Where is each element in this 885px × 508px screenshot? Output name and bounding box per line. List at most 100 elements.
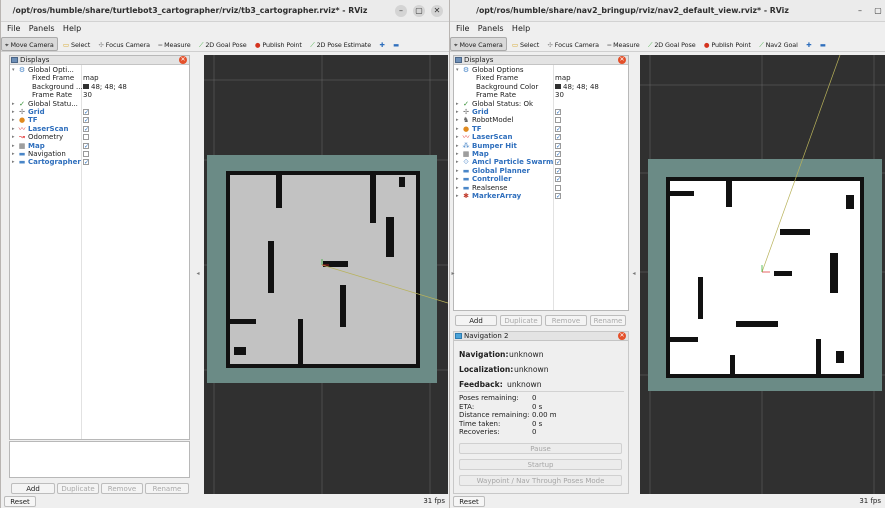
maximize-button[interactable]: ▢: [872, 5, 884, 17]
menu-help[interactable]: Help: [512, 22, 530, 35]
expand-arrow-icon[interactable]: ▸: [12, 100, 15, 108]
add-tool-button[interactable]: ✚: [803, 38, 814, 52]
duplicate-display-button[interactable]: Duplicate: [57, 483, 99, 494]
expand-arrow-icon[interactable]: ▸: [456, 192, 459, 200]
minimize-button[interactable]: –: [854, 5, 866, 17]
property-value[interactable]: 48; 48; 48: [91, 83, 127, 91]
display-item-realsense[interactable]: ▸ ▬ Realsense: [454, 184, 628, 192]
display-item-bumper-hit[interactable]: ▸ ⁂ Bumper Hit ✓: [454, 142, 628, 150]
enable-checkbox[interactable]: [555, 117, 561, 124]
startup-button[interactable]: Startup: [459, 459, 622, 470]
remove-tool-button[interactable]: ▬: [390, 38, 402, 52]
tool-nav2-goal[interactable]: ⟋ Nav2 Goal: [756, 38, 801, 52]
menu-help[interactable]: Help: [63, 22, 81, 35]
enable-checkbox[interactable]: [555, 184, 561, 191]
enable-checkbox[interactable]: ✓: [555, 176, 561, 183]
enable-checkbox[interactable]: ✓: [555, 151, 561, 158]
tool-focus-camera[interactable]: ✣ Focus Camera: [545, 38, 602, 52]
tool-move-camera[interactable]: ⌖ Move Camera: [1, 37, 58, 51]
expand-arrow-icon[interactable]: ▸: [12, 125, 15, 133]
display-item-map[interactable]: ▸ ▦ Map ✓: [10, 142, 189, 150]
menu-panels[interactable]: Panels: [478, 22, 504, 35]
tool-measure[interactable]: ═ Measure: [604, 38, 642, 52]
enable-checkbox[interactable]: ✓: [555, 193, 561, 200]
display-item-fixed-frame[interactable]: Fixed Frame map: [454, 74, 628, 82]
remove-display-button[interactable]: Remove: [545, 315, 587, 326]
tool-publish-point[interactable]: ● Publish Point: [252, 38, 305, 52]
expand-arrow-icon[interactable]: ▸: [456, 175, 459, 183]
tool-measure[interactable]: ═ Measure: [155, 38, 193, 52]
display-item-global-status[interactable]: ▸ ✓ Global Status: Ok: [454, 100, 628, 108]
enable-checkbox[interactable]: ✓: [83, 117, 89, 124]
tool-select[interactable]: ▭ Select: [509, 38, 542, 52]
expand-arrow-icon[interactable]: ▸: [12, 158, 15, 166]
enable-checkbox[interactable]: [83, 151, 89, 157]
expand-arrow-icon[interactable]: ▸: [456, 142, 459, 150]
display-item-robotmodel[interactable]: ▸ ♞ RobotModel: [454, 116, 628, 124]
menu-file[interactable]: File: [7, 22, 20, 35]
enable-checkbox[interactable]: ✓: [83, 109, 89, 116]
enable-checkbox[interactable]: ✓: [83, 159, 89, 166]
enable-checkbox[interactable]: ✓: [555, 159, 561, 166]
expand-arrow-icon[interactable]: ▸: [12, 116, 15, 124]
expand-arrow-icon[interactable]: ▸: [12, 142, 15, 150]
collapse-arrow-icon[interactable]: ▾: [456, 66, 459, 74]
add-tool-button[interactable]: ✚: [376, 38, 387, 52]
enable-checkbox[interactable]: ✓: [555, 167, 561, 174]
enable-checkbox[interactable]: [83, 134, 89, 141]
display-item-frame-rate[interactable]: Frame Rate 30: [454, 91, 628, 99]
display-item-controller[interactable]: ▸ ▬ Controller ✓: [454, 175, 628, 183]
tool-select[interactable]: ▭ Select: [60, 38, 93, 52]
display-item-markerarray[interactable]: ▸ ✱ MarkerArray ✓: [454, 192, 628, 200]
remove-tool-button[interactable]: ▬: [817, 38, 829, 52]
tool-2d-pose-estimate[interactable]: ⟋ 2D Pose Estimate: [307, 38, 374, 52]
property-value[interactable]: 48; 48; 48: [563, 83, 599, 91]
minimize-button[interactable]: –: [395, 5, 407, 17]
property-value[interactable]: map: [83, 74, 99, 82]
property-value[interactable]: 30: [83, 91, 92, 99]
pause-button[interactable]: Pause: [459, 443, 622, 454]
display-item-grid[interactable]: ▸ ✢ Grid ✓: [10, 108, 189, 116]
rename-display-button[interactable]: Rename: [145, 483, 189, 494]
render-viewport[interactable]: [204, 55, 448, 494]
color-swatch[interactable]: [83, 84, 89, 90]
display-item-fixed-frame[interactable]: Fixed Frame map: [10, 74, 189, 82]
collapse-left-handle[interactable]: ◂: [195, 270, 201, 277]
close-button[interactable]: ✕: [431, 5, 443, 17]
tool-focus-camera[interactable]: ✣ Focus Camera: [96, 38, 153, 52]
expand-arrow-icon[interactable]: ▸: [456, 158, 459, 166]
enable-checkbox[interactable]: ✓: [555, 109, 561, 116]
add-display-button[interactable]: Add: [11, 483, 55, 494]
panel-close-icon[interactable]: ✕: [618, 56, 626, 64]
add-display-button[interactable]: Add: [455, 315, 497, 326]
reset-button[interactable]: Reset: [4, 496, 36, 507]
title-bar[interactable]: /opt/ros/humble/share/nav2_bringup/rviz/…: [450, 0, 885, 22]
waypoint-mode-button[interactable]: Waypoint / Nav Through Poses Mode: [459, 475, 622, 486]
tool-2d-goal-pose[interactable]: ⟋ 2D Goal Pose: [196, 38, 250, 52]
expand-arrow-icon[interactable]: ▸: [12, 150, 15, 158]
render-viewport[interactable]: [640, 55, 885, 494]
property-value[interactable]: map: [555, 74, 571, 82]
display-item-cartographer[interactable]: ▸ ▬ Cartographer ✓: [10, 158, 189, 166]
collapse-right-handle[interactable]: ▸: [450, 270, 456, 277]
title-bar[interactable]: /opt/ros/humble/share/turtlebot3_cartogr…: [1, 0, 449, 22]
color-swatch[interactable]: [555, 84, 561, 90]
display-item-frame-rate[interactable]: Frame Rate 30: [10, 91, 189, 99]
expand-arrow-icon[interactable]: ▸: [456, 108, 459, 116]
expand-arrow-icon[interactable]: ▸: [456, 125, 459, 133]
reset-button[interactable]: Reset: [453, 496, 485, 507]
display-item-background-color[interactable]: Background Color 48; 48; 48: [454, 83, 628, 91]
display-item-background-color[interactable]: Background ... 48; 48; 48: [10, 83, 189, 91]
tool-2d-goal-pose[interactable]: ⟋ 2D Goal Pose: [645, 38, 699, 52]
collapse-left-handle[interactable]: ◂: [631, 270, 637, 277]
enable-checkbox[interactable]: ✓: [555, 134, 561, 141]
panel-close-icon[interactable]: ✕: [618, 332, 626, 340]
menu-file[interactable]: File: [456, 22, 469, 35]
tool-move-camera[interactable]: ⌖ Move Camera: [450, 37, 507, 51]
expand-arrow-icon[interactable]: ▸: [456, 184, 459, 192]
display-item-navigation[interactable]: ▸ ▬ Navigation: [10, 150, 189, 158]
expand-arrow-icon[interactable]: ▸: [456, 167, 459, 175]
tool-publish-point[interactable]: ● Publish Point: [701, 38, 754, 52]
rename-display-button[interactable]: Rename: [590, 315, 626, 326]
display-item-tf[interactable]: ▸ ● TF ✓: [454, 125, 628, 133]
